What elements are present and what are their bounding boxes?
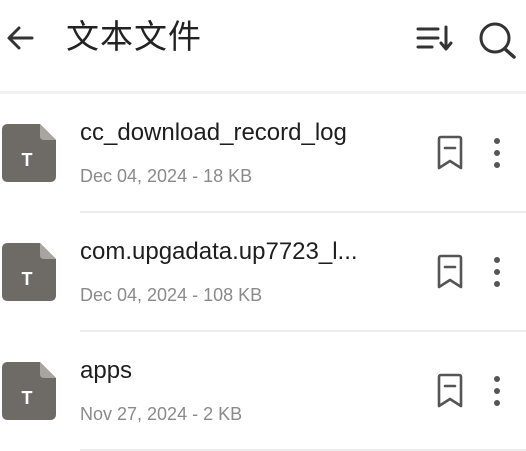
file-name: apps	[80, 357, 133, 384]
more-options-button[interactable]	[484, 372, 510, 410]
text-file-icon: T	[2, 124, 58, 182]
text-file-icon: T	[2, 362, 58, 420]
file-meta: Dec 04, 2024 - 18 KB	[80, 166, 253, 186]
file-type-letter: T	[22, 150, 33, 170]
file-list-item[interactable]: T cc_download_record_log Dec 04, 2024 - …	[0, 94, 526, 213]
file-name: com.upgadata.up7723_l...	[80, 238, 358, 265]
search-button[interactable]	[474, 16, 520, 62]
bookmark-button[interactable]	[432, 372, 468, 410]
arrow-left-icon	[7, 26, 34, 50]
file-list: T cc_download_record_log Dec 04, 2024 - …	[0, 94, 526, 451]
file-type-letter: T	[22, 388, 33, 408]
file-meta: Dec 04, 2024 - 108 KB	[80, 285, 263, 305]
search-icon	[479, 22, 516, 59]
bookmark-button[interactable]	[432, 134, 468, 172]
bookmark-icon	[437, 254, 463, 289]
file-type-letter: T	[22, 269, 33, 289]
bookmark-icon	[437, 373, 463, 408]
app-bar: 文本文件	[0, 0, 526, 94]
more-vertical-icon	[494, 138, 500, 168]
file-meta: Nov 27, 2024 - 2 KB	[80, 404, 243, 424]
text-file-icon: T	[2, 243, 58, 301]
more-options-button[interactable]	[484, 253, 510, 291]
page-title: 文本文件	[66, 18, 202, 55]
bookmark-button[interactable]	[432, 253, 468, 291]
file-list-item[interactable]: T com.upgadata.up7723_l... Dec 04, 2024 …	[0, 213, 526, 332]
more-vertical-icon	[494, 257, 500, 287]
more-vertical-icon	[494, 376, 500, 406]
file-name: cc_download_record_log	[80, 119, 347, 146]
back-button[interactable]	[2, 18, 42, 58]
more-options-button[interactable]	[484, 134, 510, 172]
sort-icon	[416, 25, 453, 51]
sort-button[interactable]	[410, 18, 456, 58]
bookmark-icon	[437, 135, 463, 170]
file-list-item[interactable]: T apps Nov 27, 2024 - 2 KB	[0, 332, 526, 451]
